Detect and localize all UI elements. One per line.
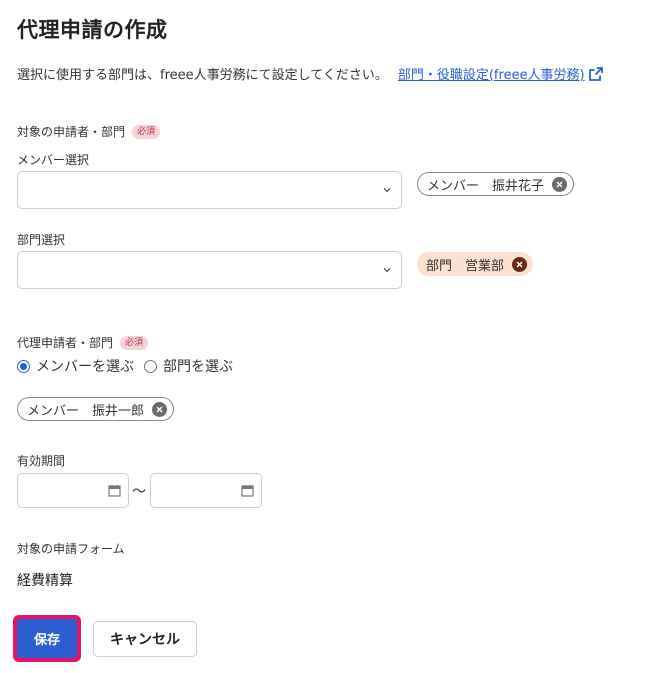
validity-label: 有効期間 xyxy=(17,454,66,468)
save-button-highlight: 保存 xyxy=(13,615,81,662)
date-range-separator: 〜 xyxy=(132,484,146,500)
department-settings-link[interactable]: 部門・役職設定(freee人事労務) xyxy=(398,64,585,83)
department-select-label: 部門選択 xyxy=(17,233,66,247)
radio-department-button[interactable] xyxy=(144,359,157,373)
start-date-input[interactable] xyxy=(17,473,129,508)
cancel-button[interactable]: キャンセル xyxy=(93,621,197,657)
calendar-icon xyxy=(108,485,121,497)
department-chip: 部門 営業部 xyxy=(417,252,534,276)
external-link-icon[interactable] xyxy=(588,66,604,82)
intro-description: 選択に使用する部門は、freee人事労務にて設定してください。 xyxy=(17,68,388,83)
member-select-label: メンバー選択 xyxy=(17,153,90,167)
page-title: 代理申請の作成 xyxy=(17,18,168,42)
intro-text: 選択に使用する部門は、freee人事労務にて設定してください。 部門・役職設定(… xyxy=(17,64,604,83)
calendar-icon xyxy=(241,485,254,497)
target-form-label: 対象の申請フォーム xyxy=(17,542,125,556)
radio-department[interactable]: 部門を選ぶ xyxy=(144,356,233,376)
close-icon[interactable] xyxy=(512,256,528,272)
department-select[interactable] xyxy=(17,251,402,289)
end-date-input[interactable] xyxy=(150,473,262,508)
member-chip: メンバー 振井花子 xyxy=(417,172,575,196)
chevron-down-icon xyxy=(383,268,391,273)
target-section-label: 対象の申請者・部門 必須 xyxy=(17,123,161,140)
required-badge: 必須 xyxy=(132,124,161,139)
radio-member[interactable]: メンバーを選ぶ xyxy=(17,356,134,376)
required-badge: 必須 xyxy=(120,335,149,350)
close-icon[interactable] xyxy=(152,401,168,417)
proxy-member-chip: メンバー 振井一郎 xyxy=(17,397,175,421)
member-select[interactable] xyxy=(17,171,402,209)
close-icon[interactable] xyxy=(552,176,568,192)
proxy-type-radio-group: メンバーを選ぶ 部門を選ぶ xyxy=(17,356,243,376)
chevron-down-icon xyxy=(383,188,391,193)
target-form-value: 経費精算 xyxy=(17,573,73,589)
radio-member-button[interactable] xyxy=(17,359,30,373)
save-button[interactable]: 保存 xyxy=(17,619,77,658)
proxy-section-label: 代理申請者・部門 必須 xyxy=(17,334,149,351)
